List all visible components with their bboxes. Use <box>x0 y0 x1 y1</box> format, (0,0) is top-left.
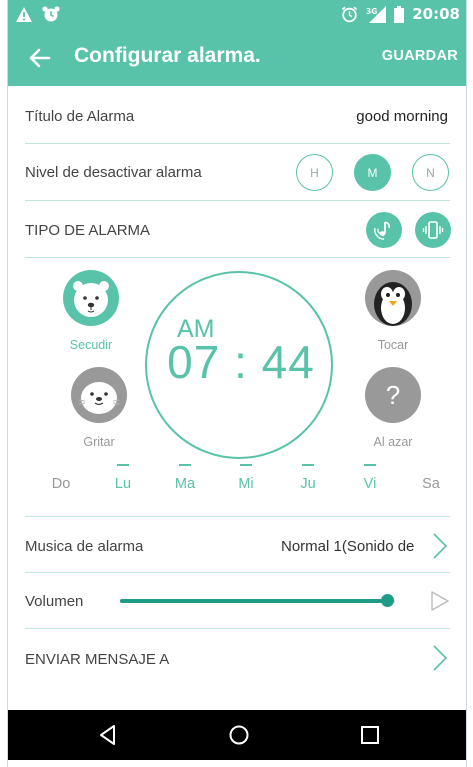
alarm-type-label: TIPO DE ALARMA <box>25 222 151 239</box>
warning-icon <box>16 6 32 22</box>
day-selected-marker <box>117 464 129 466</box>
sound-type-button[interactable] <box>366 212 402 248</box>
nav-recents-icon[interactable] <box>358 723 382 747</box>
day-thursday[interactable]: Ju <box>288 464 328 492</box>
volume-row: Volumen <box>25 573 450 629</box>
alarm-music-row[interactable]: Musica de alarma Normal 1(Sonido de <box>25 516 450 573</box>
day-sunday[interactable]: Do <box>41 476 81 492</box>
day-friday[interactable]: Vi <box>350 464 390 492</box>
method-secudir-label: Secudir <box>69 338 113 352</box>
method-al-azar[interactable]: ? Al azar <box>348 367 438 449</box>
music-note-icon <box>374 221 391 240</box>
send-message-label: ENVIAR MENSAJE A <box>25 651 170 668</box>
navigation-bar <box>8 710 466 760</box>
penguin-icon <box>365 270 421 326</box>
nav-home-icon[interactable] <box>227 723 251 747</box>
vibrate-icon <box>422 221 444 239</box>
day-tuesday[interactable]: Ma <box>165 464 205 492</box>
clock-time: 20:08 <box>412 5 460 23</box>
save-button[interactable]: GUARDAR <box>382 48 458 64</box>
method-secudir[interactable]: Secudir <box>46 270 136 352</box>
page-title: Configurar alarma. <box>74 44 261 67</box>
dismiss-level-label: Nivel de desactivar alarma <box>25 164 202 181</box>
level-option-n[interactable]: N <box>412 154 449 191</box>
level-option-h[interactable]: H <box>296 154 333 191</box>
alarm-title-value[interactable]: good morning <box>356 108 448 125</box>
alarm-time-clock[interactable]: AM 07 : 44 <box>145 271 333 459</box>
volume-slider[interactable] <box>120 594 395 607</box>
svg-text:3G: 3G <box>366 7 377 16</box>
status-bar: 3G 20:08 <box>8 0 466 30</box>
volume-thumb[interactable] <box>380 594 394 607</box>
alarm-title-row[interactable]: Título de Alarma good morning <box>25 89 450 144</box>
signal-3g-icon: 3G <box>366 5 387 23</box>
day-selected-marker <box>364 464 376 466</box>
alarm-clock-icon <box>42 6 60 22</box>
day-selected-marker <box>240 464 252 466</box>
chevron-right-icon[interactable] <box>430 531 450 561</box>
volume-label: Volumen <box>25 593 84 610</box>
day-monday[interactable]: Lu <box>103 464 143 492</box>
question-mark-icon: ? <box>365 367 421 423</box>
dismiss-level-row: Nivel de desactivar alarma H M N <box>25 144 450 201</box>
phone-screen: 3G 20:08 Configurar alarma. GUARDAR Títu… <box>7 0 467 767</box>
volume-fill <box>120 599 387 603</box>
alarm-type-row: TIPO DE ALARMA <box>25 201 451 258</box>
method-gritar[interactable]: Gritar <box>54 367 144 449</box>
alarm-time: 07 : 44 <box>167 336 315 388</box>
day-selected-marker <box>302 464 314 466</box>
alarm-music-label: Musica de alarma <box>25 538 144 555</box>
battery-icon <box>394 5 405 23</box>
method-tocar-label: Tocar <box>377 338 409 352</box>
back-arrow-icon[interactable] <box>26 44 54 72</box>
method-tocar[interactable]: Tocar <box>348 270 438 352</box>
vibrate-type-button[interactable] <box>415 212 451 248</box>
alarm-title-label: Título de Alarma <box>25 108 135 125</box>
day-saturday[interactable]: Sa <box>411 476 451 492</box>
seal-icon <box>71 367 127 423</box>
send-message-row[interactable]: ENVIAR MENSAJE A <box>25 629 450 686</box>
alarm-status-icon <box>342 6 358 22</box>
method-al-azar-label: Al azar <box>373 435 413 449</box>
polar-bear-icon <box>63 270 119 326</box>
level-option-m[interactable]: M <box>354 154 391 191</box>
day-selected-marker <box>179 464 191 466</box>
nav-back-icon[interactable] <box>96 723 120 747</box>
app-bar: Configurar alarma. GUARDAR <box>8 30 466 86</box>
alarm-music-value: Normal 1(Sonido de <box>281 538 415 555</box>
play-icon[interactable] <box>428 590 450 612</box>
day-wednesday[interactable]: Mi <box>226 464 266 492</box>
repeat-days: Do Lu Ma Mi Ju Vi Sa <box>25 460 450 500</box>
bottom-margin <box>8 760 466 767</box>
chevron-right-icon[interactable] <box>430 643 450 673</box>
method-gritar-label: Gritar <box>83 435 115 449</box>
